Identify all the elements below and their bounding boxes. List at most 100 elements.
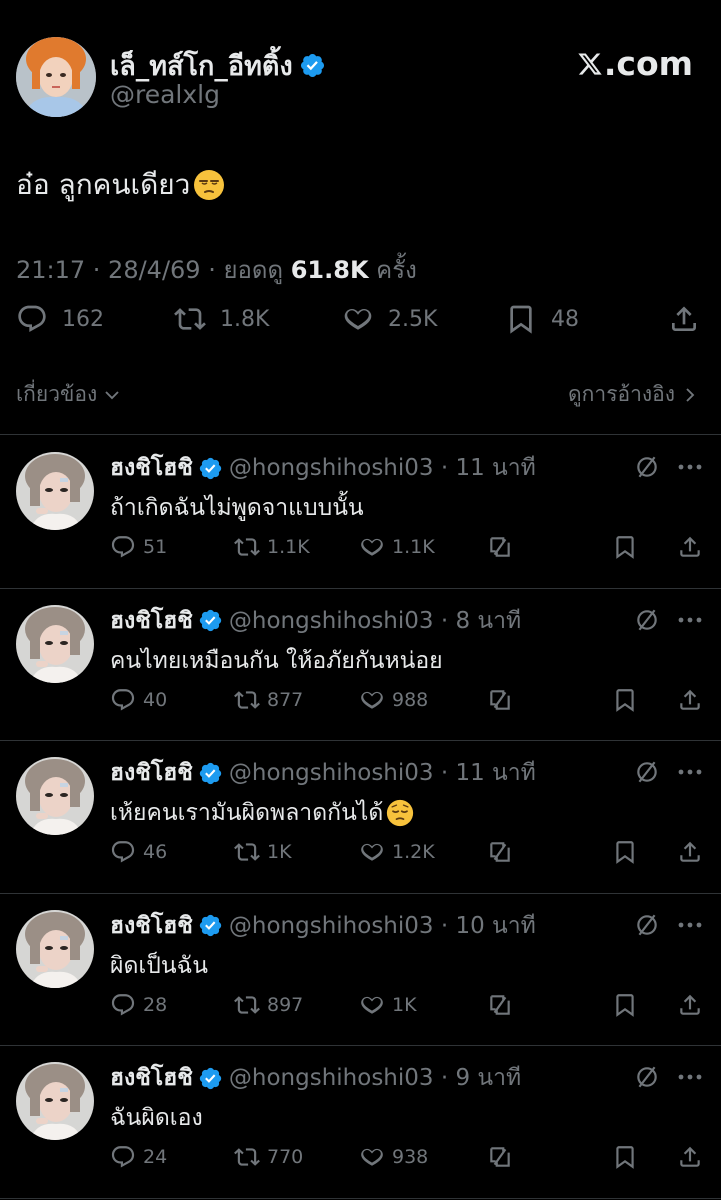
reply-icon (111, 536, 135, 558)
reply-repost-button[interactable]: 897 (234, 992, 303, 1018)
reply-share-button[interactable] (677, 1144, 703, 1170)
reply-reply-button[interactable]: 46 (110, 839, 167, 865)
share-button[interactable] (668, 303, 700, 335)
mute-icon[interactable] (634, 1064, 660, 1090)
reply-reply-button[interactable]: 28 (110, 992, 167, 1018)
reply-header: ฮงชิโฮชิ @hongshihoshi03 · 8 นาที (110, 603, 521, 639)
reply-actions: 24 770 938 (0, 1144, 721, 1174)
reply-repost-button[interactable]: 877 (234, 687, 303, 713)
verified-icon (199, 457, 222, 479)
like-count: 2.5K (388, 306, 438, 332)
reply-share-button[interactable] (677, 992, 703, 1018)
reply-author-name[interactable]: ฮงชิโฮชิ (110, 1060, 193, 1096)
reply-author-name[interactable]: ฮงชิโฮชิ (110, 603, 193, 639)
reply-text: ผิดเป็นฉัน (110, 948, 208, 984)
reply-handle-time[interactable]: @hongshihoshi03 · 9 นาที (229, 1060, 521, 1096)
grok-button[interactable] (487, 1144, 513, 1170)
reply-share-button[interactable] (677, 687, 703, 713)
reply-bookmark-button[interactable] (612, 534, 638, 560)
reply-author-name[interactable]: ฮงชิโฮชิ (110, 755, 193, 791)
bookmark-button[interactable]: 48 (505, 303, 579, 335)
reply-text: คนไทยเหมือนกัน ให้อภัยกันหน่อย (110, 643, 443, 679)
like-icon (361, 996, 383, 1014)
like-icon (361, 1148, 383, 1166)
verified-icon (300, 53, 324, 78)
grok-button[interactable] (487, 687, 513, 713)
mute-icon[interactable] (634, 912, 660, 938)
like-button[interactable]: 2.5K (342, 303, 437, 335)
more-icon[interactable] (676, 761, 704, 783)
reply-avatar[interactable] (16, 604, 94, 683)
mute-icon[interactable] (634, 454, 660, 480)
reply-like-button[interactable]: 938 (359, 1144, 428, 1170)
reply-handle-time[interactable]: @hongshihoshi03 · 10 นาที (229, 908, 536, 944)
reply-repost-button[interactable]: 770 (234, 1144, 303, 1170)
bookmark-icon (616, 841, 634, 864)
grok-button[interactable] (487, 992, 513, 1018)
more-icon[interactable] (676, 456, 704, 478)
chevron-down-icon (105, 390, 119, 399)
reply-like-count: 1.2K (392, 841, 435, 863)
bookmark-icon (616, 1146, 634, 1169)
x-logo-icon (578, 52, 602, 75)
reply-like-button[interactable]: 988 (359, 687, 428, 713)
divider (0, 1197, 721, 1199)
reply-avatar[interactable] (16, 757, 94, 835)
reply-repost-count: 1K (267, 841, 292, 863)
reply-like-button[interactable]: 1.1K (359, 534, 435, 560)
reply-item[interactable]: ฮงชิโฮชิ @hongshihoshi03 · 9 นาที ฉันผิด… (0, 1046, 721, 1198)
reply-avatar[interactable] (16, 1062, 94, 1140)
more-icon[interactable] (676, 914, 704, 936)
repost-button[interactable]: 1.8K (174, 303, 269, 335)
sort-selector[interactable]: เกี่ยวข้อง (16, 378, 121, 411)
reply-button[interactable]: 162 (16, 303, 104, 335)
tweet-time[interactable]: 21:17 · 28/4/69 · ยอดดู (16, 256, 291, 284)
reply-reply-button[interactable]: 40 (110, 687, 167, 713)
reply-handle-time[interactable]: @hongshihoshi03 · 11 นาที (229, 450, 536, 486)
reply-reply-button[interactable]: 24 (110, 1144, 167, 1170)
reply-repost-button[interactable]: 1.1K (234, 534, 310, 560)
grok-button[interactable] (487, 839, 513, 865)
bookmark-icon (616, 688, 634, 712)
reply-bookmark-button[interactable] (612, 992, 638, 1018)
grok-button[interactable] (487, 534, 513, 560)
share-icon (680, 536, 700, 557)
reply-reply-button[interactable]: 51 (110, 534, 167, 560)
like-icon (344, 308, 372, 330)
reply-avatar[interactable] (16, 452, 94, 530)
reply-repost-count: 877 (267, 688, 304, 711)
bookmark-icon (616, 536, 634, 559)
view-quotes-link[interactable]: ดูการอ้างอิง (568, 378, 699, 411)
brand-domain: .com (603, 44, 693, 83)
reply-item[interactable]: ฮงชิโฮชิ @hongshihoshi03 · 11 นาที เห้ยค… (0, 741, 721, 893)
bookmark-icon (616, 993, 634, 1017)
reply-repost-count: 1.1K (267, 536, 310, 558)
mute-icon[interactable] (634, 607, 660, 633)
reply-avatar[interactable] (16, 909, 94, 988)
tweet-meta: 21:17 · 28/4/69 · ยอดดู 61.8K ครั้ง (16, 250, 417, 289)
mute-icon[interactable] (634, 759, 660, 785)
author-handle[interactable]: @realxlg (110, 80, 220, 109)
more-icon[interactable] (676, 609, 704, 631)
reply-bookmark-button[interactable] (612, 839, 638, 865)
reply-share-button[interactable] (677, 839, 703, 865)
reply-bookmark-button[interactable] (612, 1144, 638, 1170)
reply-like-button[interactable]: 1K (359, 992, 417, 1018)
reply-item[interactable]: ฮงชิโฮชิ @hongshihoshi03 · 10 นาที ผิดเป… (0, 894, 721, 1046)
reply-like-button[interactable]: 1.2K (359, 839, 435, 865)
more-icon[interactable] (676, 1066, 704, 1088)
author-avatar[interactable] (16, 37, 96, 117)
reply-share-button[interactable] (677, 534, 703, 560)
reply-handle-time[interactable]: @hongshihoshi03 · 11 นาที (229, 755, 536, 791)
reply-repost-button[interactable]: 1K (234, 839, 292, 865)
reply-item[interactable]: ฮงชิโฮชิ @hongshihoshi03 · 11 นาที ถ้าเก… (0, 436, 721, 588)
reply-author-name[interactable]: ฮงชิโฮชิ (110, 908, 193, 944)
reply-body: คนไทยเหมือนกัน ให้อภัยกันหน่อย (110, 647, 443, 674)
reply-bookmark-button[interactable] (612, 687, 638, 713)
reply-repost-count: 897 (267, 993, 304, 1016)
reply-handle-time[interactable]: @hongshihoshi03 · 8 นาที (229, 603, 521, 639)
tweet-views-unit: ครั้ง (368, 256, 417, 284)
reply-author-name[interactable]: ฮงชิโฮชิ (110, 450, 193, 486)
reply-icon (111, 688, 135, 711)
reply-item[interactable]: ฮงชิโฮชิ @hongshihoshi03 · 8 นาที คนไทยเ… (0, 589, 721, 741)
